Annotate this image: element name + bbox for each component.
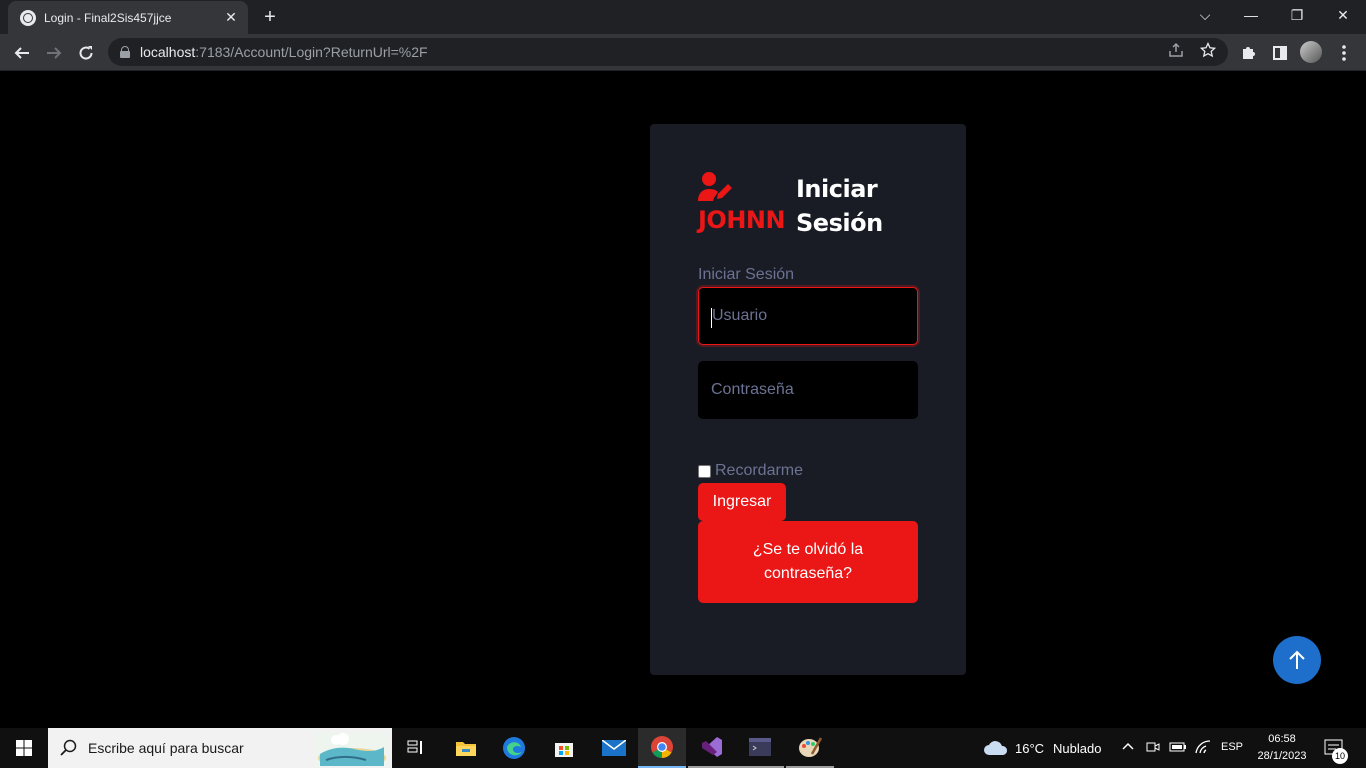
globe-icon <box>20 9 36 26</box>
new-tab-button[interactable]: + <box>258 5 282 29</box>
restore-button[interactable]: ❐ <box>1274 0 1320 30</box>
language-indicator[interactable]: ESP <box>1221 741 1243 753</box>
taskbar-file-explorer[interactable] <box>442 728 490 768</box>
close-window-button[interactable]: ✕ <box>1320 0 1366 30</box>
side-panel-icon <box>1273 46 1287 60</box>
menu-button[interactable] <box>1330 39 1358 67</box>
remember-me[interactable]: Recordarme <box>698 462 803 480</box>
wifi-icon[interactable] <box>1195 740 1211 754</box>
kebab-menu-icon <box>1342 45 1346 61</box>
tab-close-icon[interactable]: ✕ <box>222 9 240 26</box>
side-panel-button[interactable] <box>1266 39 1294 67</box>
terminal-icon <box>749 738 771 756</box>
arrow-up-icon <box>1289 650 1305 669</box>
extensions-button[interactable] <box>1234 39 1262 67</box>
username-input[interactable]: Usuario <box>698 287 918 345</box>
login-card: JOHNN Iniciar Sesión Iniciar Sesión Usua… <box>650 124 966 675</box>
paint-palette-icon <box>799 737 822 757</box>
visual-studio-icon <box>702 737 722 757</box>
clock-time: 06:58 <box>1268 733 1296 745</box>
taskbar-edge[interactable] <box>490 728 538 768</box>
password-placeholder: Contraseña <box>711 381 794 398</box>
puzzle-icon <box>1243 47 1255 59</box>
minimize-button[interactable]: — <box>1228 0 1274 30</box>
password-input[interactable]: Contraseña <box>698 361 918 419</box>
lock-icon[interactable] <box>120 46 130 58</box>
search-icon <box>60 739 77 756</box>
task-view-icon <box>407 740 422 754</box>
system-clock[interactable]: 06:58 28/1/2023 <box>1250 731 1314 765</box>
edge-icon <box>503 737 525 759</box>
taskbar-paint[interactable] <box>786 728 834 768</box>
browser-toolbar: localhost:7183/Account/Login?ReturnUrl=%… <box>0 34 1366 71</box>
notification-count: 10 <box>1332 748 1348 764</box>
cloud-icon <box>984 741 1008 755</box>
tab-title: Login - Final2Sis457jjce <box>44 10 172 25</box>
back-button[interactable] <box>8 39 36 67</box>
forgot-password-button[interactable]: ¿Se te olvidó la contraseña? <box>698 521 918 603</box>
chrome-icon <box>651 736 673 758</box>
search-highlight-image <box>316 732 388 766</box>
remember-label: Recordarme <box>715 462 804 479</box>
start-button[interactable] <box>0 728 48 768</box>
windows-logo-icon <box>16 740 32 756</box>
meet-now-icon[interactable] <box>1146 739 1160 755</box>
share-icon[interactable] <box>1166 42 1186 62</box>
mail-icon <box>602 740 626 756</box>
page-content: JOHNN Iniciar Sesión Iniciar Sesión Usua… <box>0 72 1366 728</box>
taskbar-store[interactable] <box>540 728 588 768</box>
browser-tabstrip: Login - Final2Sis457jjce ✕ + ⌵ — ❐ ✕ <box>0 0 1366 34</box>
taskbar-mail[interactable] <box>590 728 638 768</box>
forward-button[interactable] <box>40 39 68 67</box>
taskbar-visual-studio[interactable] <box>688 728 736 768</box>
address-bar[interactable]: localhost:7183/Account/Login?ReturnUrl=%… <box>108 38 1228 66</box>
reload-icon <box>79 46 93 60</box>
search-placeholder: Escribe aquí para buscar <box>88 740 244 756</box>
back-to-top-button[interactable] <box>1273 636 1321 684</box>
store-icon <box>555 743 573 757</box>
weather-temperature[interactable]: 16°C <box>1015 741 1044 756</box>
taskbar-search[interactable]: Escribe aquí para buscar <box>48 728 392 768</box>
chevron-up-icon[interactable] <box>1122 741 1134 751</box>
form-label: Iniciar Sesión <box>698 266 795 283</box>
brand-name: JOHNN <box>698 206 786 234</box>
remember-checkbox[interactable] <box>698 464 711 478</box>
browser-tab[interactable]: Login - Final2Sis457jjce ✕ <box>8 1 248 34</box>
username-placeholder: Usuario <box>712 307 768 324</box>
clock-date: 28/1/2023 <box>1257 750 1307 762</box>
windows-taskbar: Escribe aquí para buscar 16°C Nublado ES… <box>0 728 1366 768</box>
reload-button[interactable] <box>72 39 100 67</box>
arrow-left-icon <box>14 47 29 59</box>
url-path: :7183/Account/Login?ReturnUrl=%2F <box>195 44 428 60</box>
url-host: localhost <box>140 44 196 60</box>
arrow-right-icon <box>47 47 62 59</box>
window-controls: ⌵ — ❐ ✕ <box>1182 0 1366 34</box>
folder-icon <box>456 742 476 756</box>
text-caret <box>711 308 712 328</box>
battery-icon[interactable] <box>1169 741 1187 753</box>
page-title: Iniciar Sesión <box>796 175 883 237</box>
taskbar-chrome[interactable] <box>638 728 686 768</box>
tab-search-button[interactable]: ⌵ <box>1182 0 1228 30</box>
taskbar-terminal[interactable] <box>736 728 784 768</box>
user-edit-icon <box>698 172 732 201</box>
login-button[interactable]: Ingresar <box>698 483 786 521</box>
profile-avatar[interactable] <box>1300 41 1322 63</box>
taskbar-task-view[interactable] <box>392 728 440 768</box>
weather-condition[interactable]: Nublado <box>1053 741 1101 756</box>
bookmark-star-icon[interactable] <box>1198 41 1218 62</box>
